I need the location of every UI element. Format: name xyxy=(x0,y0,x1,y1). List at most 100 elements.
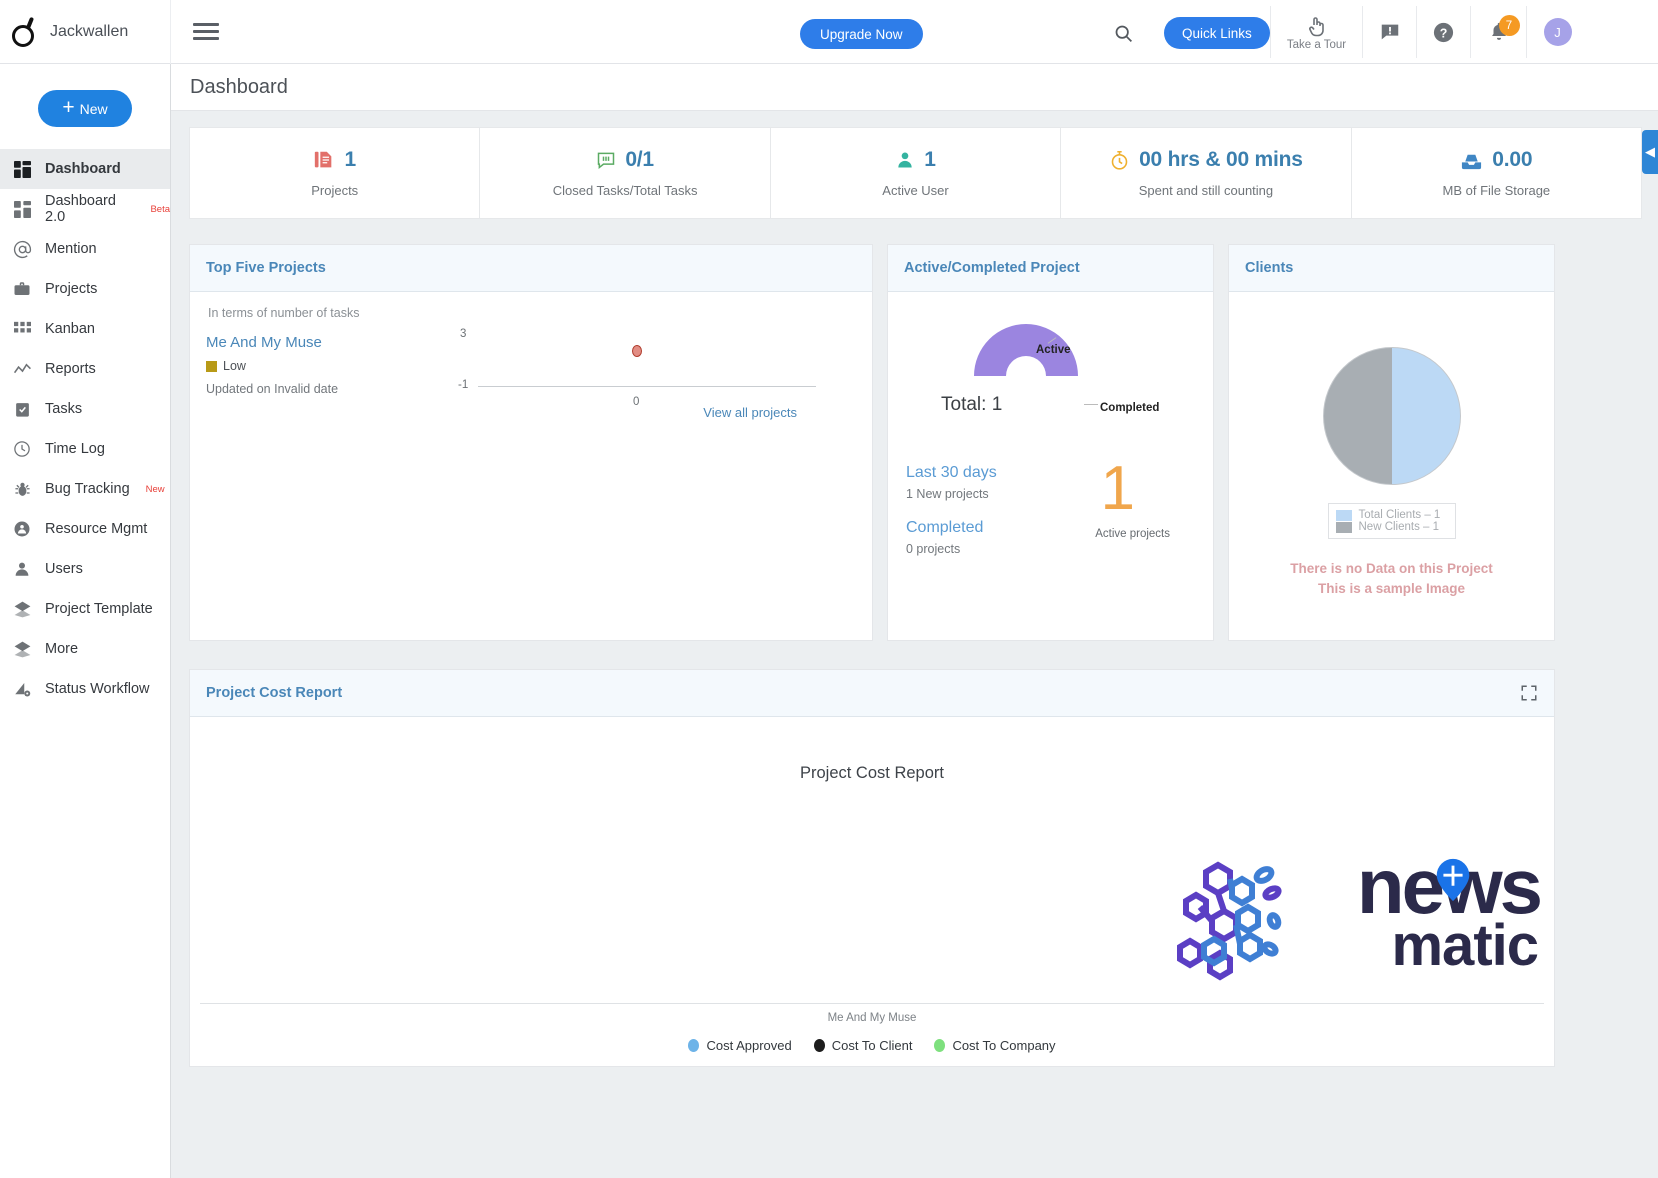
hand-pointer-icon xyxy=(1308,16,1324,36)
legend-label: Cost To Company xyxy=(952,1038,1056,1053)
kpi-card-spent-and-still-counting: 00 hrs & 00 mins Spent and still counting xyxy=(1061,128,1352,218)
last-30-days-title[interactable]: Last 30 days xyxy=(906,464,1213,482)
hamburger-icon[interactable] xyxy=(193,23,219,40)
watermark-matic-text: matic xyxy=(1391,913,1539,978)
legend-label: Cost Approved xyxy=(706,1038,792,1053)
donut-label-active: Active xyxy=(1036,344,1071,356)
kpi-card-mb-of-file-storage: 0.00 MB of File Storage xyxy=(1352,128,1641,218)
brand-block[interactable]: Jackwallen xyxy=(0,0,171,64)
help-button[interactable]: ? xyxy=(1416,6,1470,58)
clients-legend: Total Clients – 1 New Clients – 1 xyxy=(1327,503,1456,539)
stopwatch-icon xyxy=(1109,150,1130,171)
hex-network-icon xyxy=(1177,861,1282,981)
take-a-tour-label: Take a Tour xyxy=(1286,38,1347,51)
sidebar-item-dashboard-2-0[interactable]: Dashboard 2.0 Beta xyxy=(0,189,170,229)
sidebar-item-kanban[interactable]: Kanban xyxy=(0,309,170,349)
sidebar-nav-list: Dashboard Dashboard 2.0 Beta Mention Project… xyxy=(0,149,170,709)
view-all-projects-link[interactable]: View all projects xyxy=(703,405,797,420)
kpi-card-closed-tasks-total-tasks: 0/1 Closed Tasks/Total Tasks xyxy=(480,128,771,218)
active-completed-card: Active/Completed Project Active Complete… xyxy=(887,244,1214,641)
sidebar-item-dashboard[interactable]: Dashboard xyxy=(0,149,170,189)
top-five-projects-header: Top Five Projects xyxy=(190,245,872,292)
svg-text:?: ? xyxy=(1440,26,1448,40)
search-icon[interactable] xyxy=(1108,18,1138,48)
chevron-left-icon: ◀ xyxy=(1645,144,1655,159)
cost-chart-legend: Cost Approved Cost To Client Cost To Compa… xyxy=(190,1038,1554,1053)
sidebar-item-label: Resource Mgmt xyxy=(45,521,148,537)
data-point[interactable] xyxy=(632,345,642,357)
clients-legend-item[interactable]: New Clients – 1 xyxy=(1335,521,1448,533)
top-five-projects-card: Top Five Projects In terms of number of … xyxy=(189,244,873,641)
legend-label: Cost To Client xyxy=(831,1038,913,1053)
active-completed-title: Active/Completed Project xyxy=(904,260,1080,276)
at-icon xyxy=(12,239,32,259)
clients-header: Clients xyxy=(1229,245,1554,292)
sidebar-item-more[interactable]: More xyxy=(0,629,170,669)
kpi-value: 1 xyxy=(344,148,356,171)
kpi-card-active-user: 1 Active User xyxy=(771,128,1062,218)
workflow-icon xyxy=(12,679,32,699)
project-cost-report-card: Project Cost Report Project Cost Report … xyxy=(189,669,1555,1067)
sidebar-item-time-log[interactable]: Time Log xyxy=(0,429,170,469)
sidebar-item-label: Projects xyxy=(45,281,98,297)
sidebar-item-mention[interactable]: Mention xyxy=(0,229,170,269)
cost-legend-item[interactable]: Cost To Client xyxy=(813,1038,913,1053)
users-circle-icon xyxy=(12,519,32,539)
briefcase-icon xyxy=(12,279,32,299)
announcement-icon xyxy=(1381,24,1398,40)
sidebar-item-badge: New xyxy=(145,483,165,495)
clients-card: Clients Total Clients – 1 New Clients – 1… xyxy=(1228,244,1555,641)
y-tick-bottom: -1 xyxy=(458,379,469,391)
cost-legend-item[interactable]: Cost Approved xyxy=(688,1038,792,1053)
sidebar-item-status-workflow[interactable]: Status Workflow xyxy=(0,669,170,709)
layers-icon xyxy=(12,639,32,659)
kpi-strip: 1 Projects 0/1 Closed Tasks/Total Tasks 1 Act… xyxy=(189,127,1642,219)
project-link[interactable]: Me And My Muse xyxy=(206,334,460,351)
sidebar-item-projects[interactable]: Projects xyxy=(0,269,170,309)
kpi-card-projects: 1 Projects xyxy=(190,128,481,218)
clients-legend-item[interactable]: Total Clients – 1 xyxy=(1335,509,1448,521)
sidebar-collapse-handle[interactable]: ◀ xyxy=(1642,130,1658,174)
project-cost-report-title: Project Cost Report xyxy=(206,685,343,701)
sidebar-item-badge: Beta xyxy=(150,203,170,215)
sidebar-item-label: Kanban xyxy=(45,321,95,337)
sidebar-item-project-template[interactable]: Project Template xyxy=(0,589,170,629)
no-data-line2: This is a sample Image xyxy=(1317,580,1466,596)
sidebar-item-resource-mgmt[interactable]: Resource Mgmt xyxy=(0,509,170,549)
expand-icon[interactable] xyxy=(1520,684,1538,702)
sidebar-item-tasks[interactable]: Tasks xyxy=(0,389,170,429)
kpi-label: MB of File Storage xyxy=(1442,183,1551,198)
content-region: 1 Projects 0/1 Closed Tasks/Total Tasks 1 Act… xyxy=(171,111,1658,1067)
sidebar-item-label: Bug Tracking xyxy=(45,481,130,497)
user-avatar-button[interactable]: J xyxy=(1526,6,1588,58)
announcement-button[interactable] xyxy=(1362,6,1416,58)
documents-icon xyxy=(313,149,335,171)
sidebar-item-bug-tracking[interactable]: Bug Tracking New xyxy=(0,469,170,509)
clients-no-data-message: There is no Data on this Project This is… xyxy=(1229,559,1554,598)
legend-dot-icon xyxy=(813,1039,825,1052)
upgrade-now-button[interactable]: Upgrade Now xyxy=(800,19,923,49)
clock-icon xyxy=(12,439,32,459)
dashboard-alt-icon xyxy=(12,199,32,219)
sidebar-item-label: Reports xyxy=(45,361,96,377)
pie-svg xyxy=(1322,347,1461,485)
kpi-label: Projects xyxy=(311,183,359,198)
cards-row: Top Five Projects In terms of number of … xyxy=(189,244,1642,641)
priority-swatch-icon xyxy=(206,360,217,372)
updated-text: Updated on Invalid date xyxy=(206,382,339,396)
quick-links-button[interactable]: Quick Links xyxy=(1164,17,1270,49)
bug-icon xyxy=(12,479,32,499)
top-five-projects-title: Top Five Projects xyxy=(206,260,326,276)
new-button[interactable]: + New xyxy=(38,90,132,127)
cost-legend-item[interactable]: Cost To Company xyxy=(934,1038,1056,1053)
legend-swatch-icon xyxy=(1335,521,1352,533)
notifications-button[interactable]: 7 xyxy=(1470,6,1526,58)
kpi-value: 00 hrs & 00 mins xyxy=(1139,148,1303,171)
sidebar-item-users[interactable]: Users xyxy=(0,549,170,589)
sidebar-item-label: Status Workflow xyxy=(45,681,150,697)
watermark-news-text: news xyxy=(1356,842,1543,930)
take-a-tour-button[interactable]: Take a Tour xyxy=(1270,6,1362,58)
sidebar: + New Dashboard Dashboard 2.0 Beta Mention P… xyxy=(0,64,171,1178)
sidebar-item-reports[interactable]: Reports xyxy=(0,349,170,389)
plus-icon: + xyxy=(62,96,75,119)
